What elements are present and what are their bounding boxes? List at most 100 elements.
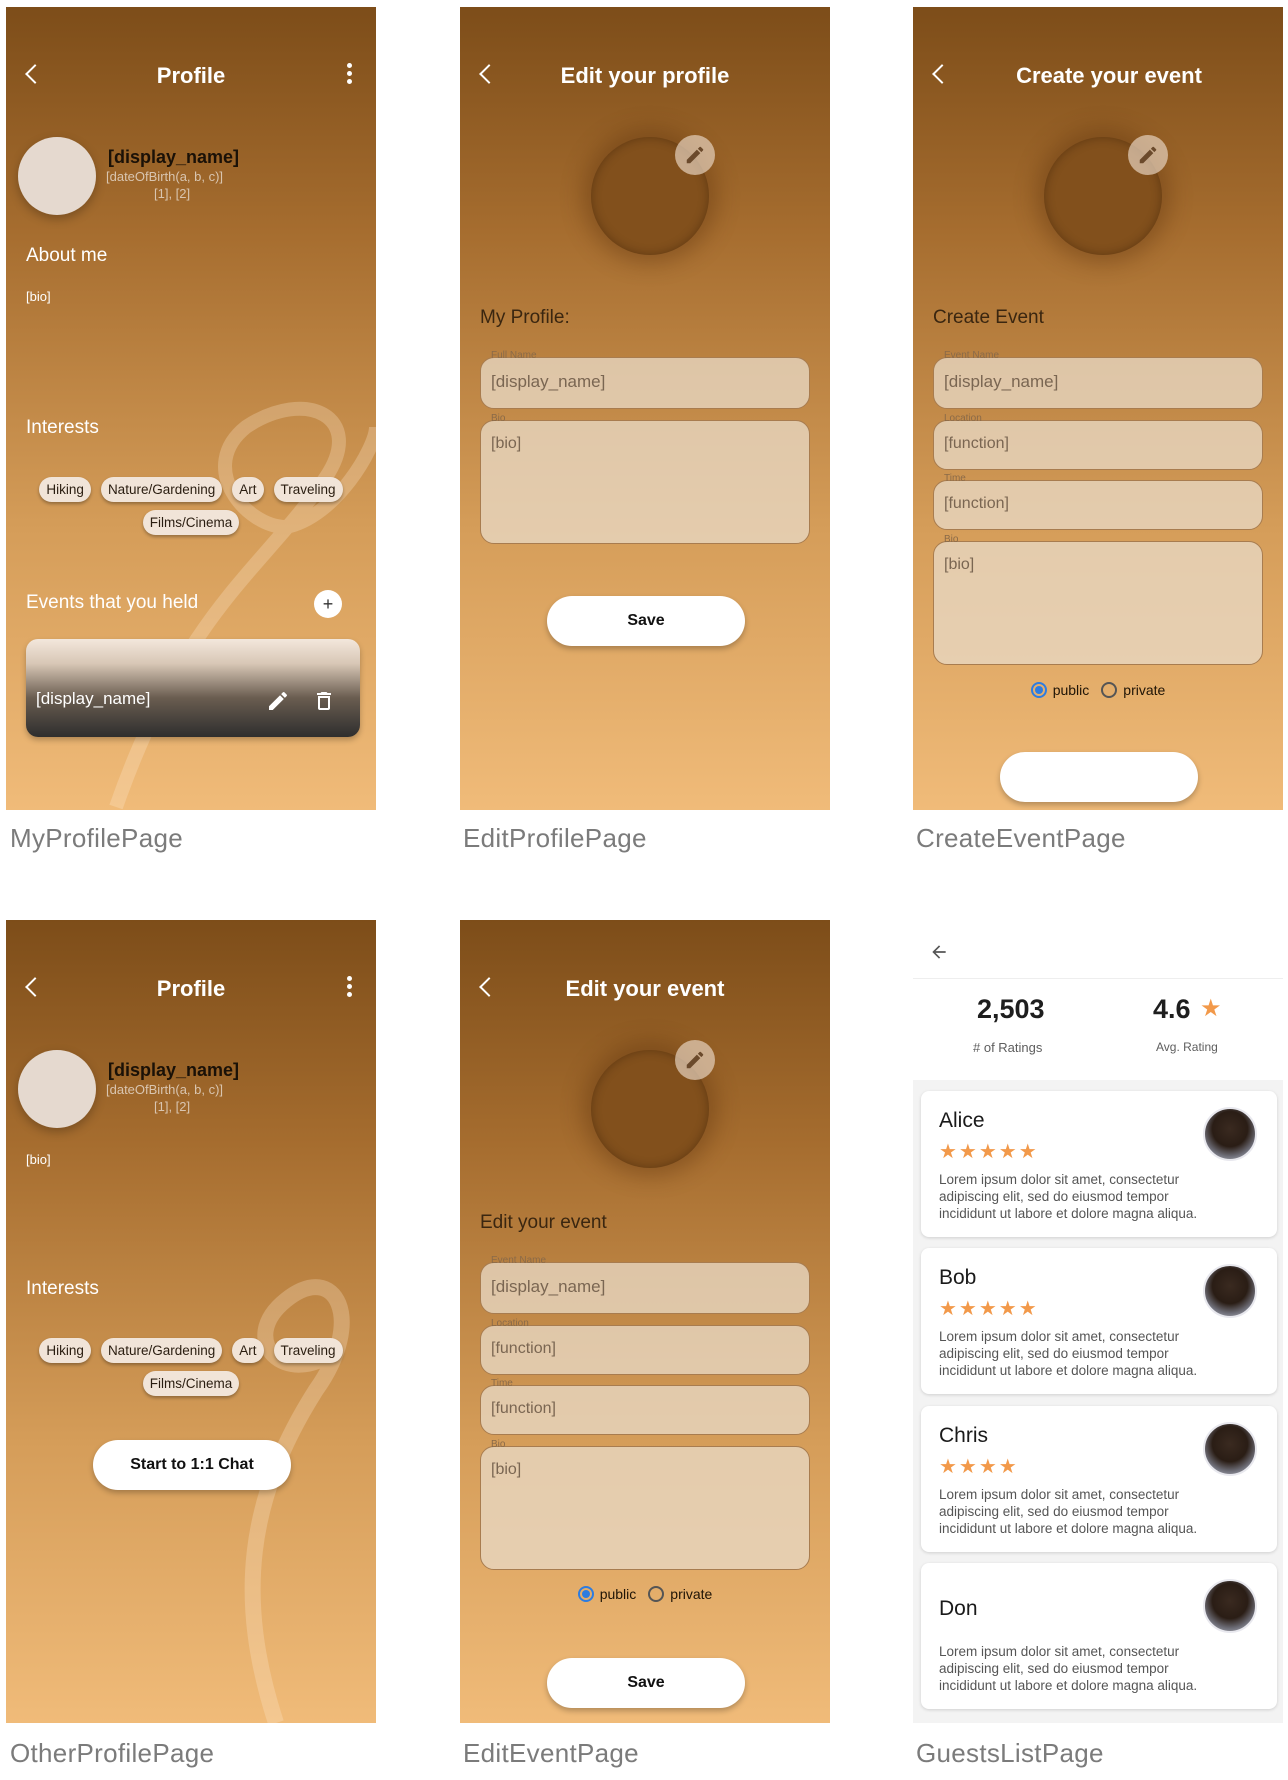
- edit-image-button[interactable]: [675, 1040, 715, 1080]
- review-card[interactable]: Chris ★★★★ Lorem ipsum dolor sit amet, c…: [921, 1406, 1277, 1552]
- ratings-count: 2,503: [977, 994, 1045, 1024]
- create-button[interactable]: [1000, 752, 1198, 802]
- more-icon[interactable]: [347, 63, 352, 85]
- interest-chip[interactable]: Nature/Gardening: [100, 477, 223, 502]
- review-text: Lorem ipsum dolor sit amet, consectetur …: [939, 1329, 1198, 1378]
- rating-stars: ★★★★★: [939, 1298, 1039, 1320]
- field-label: Event Name: [491, 1255, 547, 1266]
- interest-chip[interactable]: Traveling: [273, 477, 343, 502]
- reviewer-name: Bob: [939, 1266, 977, 1289]
- interest-chip[interactable]: Art: [232, 1338, 264, 1363]
- bio-text: [bio]: [26, 1152, 51, 1167]
- avg-rating: 4.6: [1153, 994, 1191, 1024]
- save-button[interactable]: Save: [547, 596, 745, 646]
- guests-list-screen: 2,503 # of Ratings 4.6 ★ Avg. Rating Ali…: [913, 920, 1283, 1723]
- private-radio[interactable]: [648, 1586, 665, 1602]
- review-text: Lorem ipsum dolor sit amet, consectetur …: [939, 1644, 1198, 1693]
- field-value: [bio]: [491, 435, 522, 452]
- add-event-button[interactable]: +: [314, 590, 342, 618]
- display-name: [display_name]: [108, 147, 240, 167]
- edit-avatar-button[interactable]: [675, 135, 715, 175]
- display-name: [display_name]: [108, 1060, 240, 1080]
- event-name-field[interactable]: Event Name [display_name]: [480, 1255, 810, 1314]
- screen-caption: MyProfilePage: [10, 823, 183, 853]
- public-label: public: [1052, 682, 1090, 698]
- public-label: public: [599, 1586, 637, 1602]
- public-radio[interactable]: [1030, 682, 1047, 698]
- interests-list: Hiking Nature/Gardening Art Traveling Fi…: [26, 477, 356, 535]
- event-name-field[interactable]: Event Name [display_name]: [933, 350, 1263, 409]
- bio-field[interactable]: Bio [bio]: [933, 534, 1263, 665]
- field-label: Location: [944, 413, 982, 424]
- save-button[interactable]: Save: [547, 1658, 745, 1708]
- event-card[interactable]: [display_name]: [26, 639, 360, 737]
- interest-chip[interactable]: Hiking: [39, 1338, 91, 1363]
- interest-chip[interactable]: Traveling: [273, 1338, 343, 1363]
- field-label: Time: [491, 1378, 513, 1389]
- location-field[interactable]: Location [function]: [933, 413, 1263, 470]
- ribbon-decoration: [244, 1279, 350, 1723]
- field-value: [display_name]: [944, 372, 1059, 391]
- time-field[interactable]: Time [function]: [933, 473, 1263, 530]
- edit-profile-screen: Edit your profile My Profile: Full Name …: [460, 7, 830, 810]
- arrow-left-icon[interactable]: [929, 942, 949, 962]
- date-of-birth: [dateOfBirth(a, b, c)]: [106, 1082, 224, 1097]
- ratings-count-label: # of Ratings: [973, 1040, 1043, 1055]
- avatar: [1203, 1422, 1257, 1476]
- review-card[interactable]: Don Lorem ipsum dolor sit amet, consecte…: [921, 1563, 1277, 1709]
- rating-stars: ★★★★★: [939, 1141, 1039, 1163]
- visibility-radio-group: public private: [913, 682, 1283, 698]
- page-title: Edit your profile: [560, 63, 730, 88]
- review-text: Lorem ipsum dolor sit amet, consectetur …: [939, 1172, 1198, 1221]
- field-value: [display_name]: [491, 1277, 606, 1296]
- review-card[interactable]: Alice ★★★★★ Lorem ipsum dolor sit amet, …: [921, 1091, 1277, 1237]
- screen-caption: EditProfilePage: [463, 823, 647, 853]
- field-label: Bio: [491, 413, 506, 424]
- screen-caption: EditEventPage: [463, 1738, 639, 1768]
- interest-chip[interactable]: Nature/Gardening: [100, 1338, 223, 1363]
- rating-stars: ★★★★: [939, 1456, 1019, 1478]
- start-chat-button[interactable]: Start to 1:1 Chat: [93, 1440, 291, 1490]
- edit-image-button[interactable]: [1128, 135, 1168, 175]
- interest-chip[interactable]: Hiking: [39, 477, 91, 502]
- section-header: Edit your event: [480, 1212, 607, 1233]
- more-icon[interactable]: [347, 976, 352, 998]
- other-profile-screen: Profile [display_name] [dateOfBirth(a, b…: [6, 920, 376, 1723]
- page-title: Edit your event: [565, 976, 725, 1001]
- field-label: Event Name: [944, 350, 1000, 361]
- page-title: Profile: [156, 63, 226, 88]
- avatar: [1203, 1264, 1257, 1318]
- full-name-field[interactable]: Full Name [display_name]: [480, 350, 810, 409]
- profile-refs: [1], [2]: [154, 1099, 191, 1114]
- bio-field[interactable]: Bio [bio]: [480, 1439, 810, 1570]
- interest-chip[interactable]: Films/Cinema: [142, 1371, 240, 1396]
- edit-event-screen: Edit your event Edit your event Event Na…: [460, 920, 830, 1723]
- field-value: [function]: [491, 1340, 556, 1357]
- time-field[interactable]: Time [function]: [480, 1378, 810, 1435]
- pencil-icon: [686, 146, 704, 164]
- events-header: Events that you held: [26, 592, 199, 613]
- profile-refs: [1], [2]: [154, 186, 191, 201]
- location-field[interactable]: Location [function]: [480, 1318, 810, 1375]
- section-header: My Profile:: [480, 307, 570, 328]
- field-value: [function]: [491, 1400, 556, 1417]
- page-title: Profile: [156, 976, 226, 1001]
- avatar: [18, 137, 96, 215]
- review-card[interactable]: Bob ★★★★★ Lorem ipsum dolor sit amet, co…: [921, 1248, 1277, 1394]
- delete-icon[interactable]: [312, 689, 336, 713]
- edit-pencil-icon[interactable]: [266, 689, 290, 713]
- divider: [913, 978, 1283, 979]
- review-text: Lorem ipsum dolor sit amet, consectetur …: [939, 1487, 1198, 1536]
- page-title: Create your event: [1016, 63, 1202, 88]
- bio-field[interactable]: Bio [bio]: [480, 413, 810, 544]
- private-radio[interactable]: [1101, 682, 1118, 698]
- interests-list: Hiking Nature/Gardening Art Traveling Fi…: [26, 1338, 356, 1396]
- avatar: [1203, 1107, 1257, 1161]
- public-radio[interactable]: [577, 1586, 594, 1602]
- reviewer-name: Don: [939, 1597, 978, 1620]
- reviewer-name: Chris: [939, 1424, 989, 1447]
- interest-chip[interactable]: Art: [232, 477, 264, 502]
- avg-rating-label: Avg. Rating: [1156, 1040, 1218, 1054]
- ratings-summary: 2,503 # of Ratings 4.6 ★ Avg. Rating: [913, 920, 1283, 1080]
- interest-chip[interactable]: Films/Cinema: [142, 510, 240, 535]
